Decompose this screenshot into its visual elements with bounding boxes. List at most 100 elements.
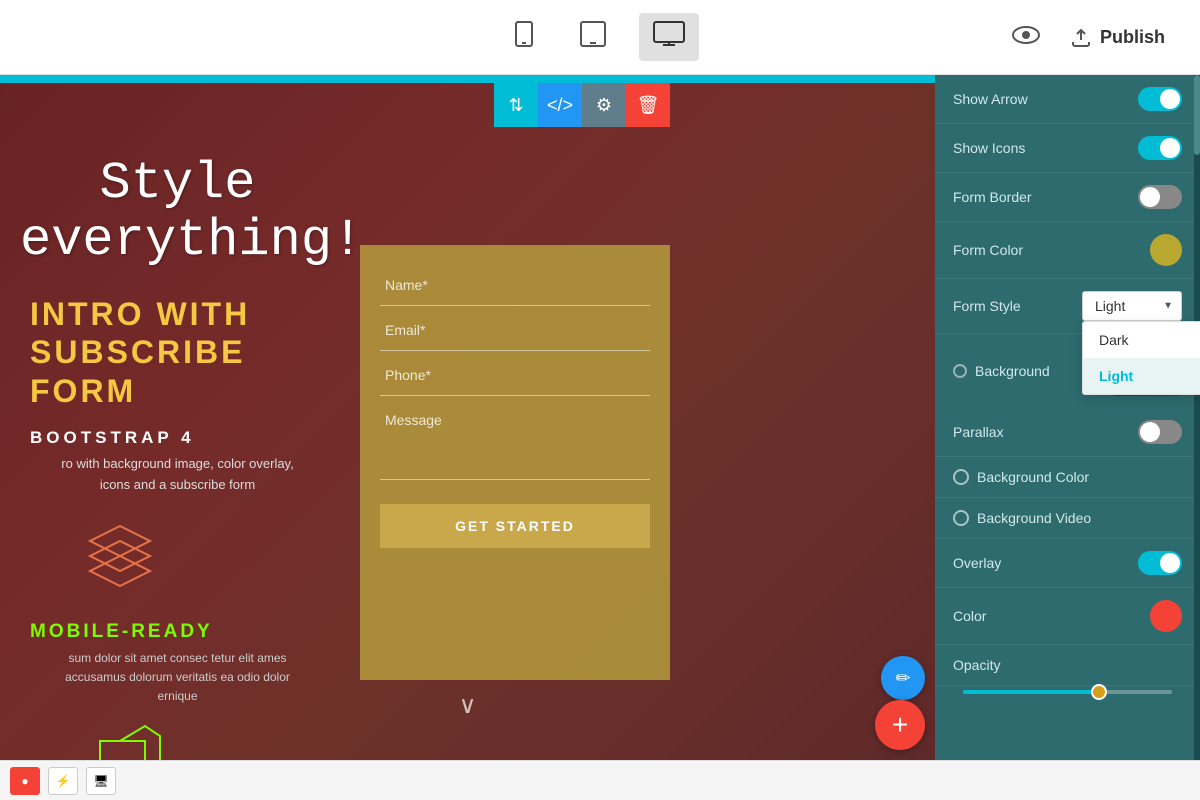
- bg-video-radio[interactable]: [953, 510, 969, 526]
- hero-subtitle-line1: INTRO WITH: [30, 295, 335, 333]
- overlay-label: Overlay: [953, 555, 1001, 571]
- overlay-row: Overlay: [935, 539, 1200, 588]
- background-label-area: Background: [953, 363, 1050, 379]
- section-top-bar: [0, 75, 935, 83]
- toggle-knob-5: [1160, 553, 1180, 573]
- color-label: Color: [953, 608, 986, 624]
- top-toolbar: Publish: [0, 0, 1200, 75]
- form-style-label: Form Style: [953, 298, 1021, 314]
- canvas-area: ⇅ </> ⚙ 🗑 Style everything! INTRO WITH S…: [0, 75, 935, 760]
- name-field[interactable]: Name*: [380, 265, 650, 306]
- toggle-knob-4: [1140, 422, 1160, 442]
- light-option[interactable]: Light: [1083, 358, 1200, 394]
- panel-scrollbar[interactable]: [1194, 75, 1200, 760]
- stack-icons-area: [20, 516, 335, 601]
- form-color-swatch[interactable]: [1150, 234, 1182, 266]
- stack-icon: [80, 516, 160, 596]
- form-color-row: Form Color: [935, 222, 1200, 279]
- toggle-knob: [1160, 89, 1180, 109]
- fab-add-button[interactable]: +: [875, 700, 925, 750]
- show-icons-toggle[interactable]: [1138, 136, 1182, 160]
- right-panel: Show Arrow Show Icons Form Border Form C…: [935, 75, 1200, 760]
- settings-action-btn[interactable]: ⚙: [582, 83, 626, 127]
- hero-framework: BOOTSTRAP 4: [20, 428, 335, 448]
- device-switcher: [501, 13, 699, 61]
- overlay-color-swatch[interactable]: [1150, 600, 1182, 632]
- form-color-label: Form Color: [953, 242, 1023, 258]
- get-started-button[interactable]: GET STARTED: [380, 504, 650, 548]
- dark-option[interactable]: Dark: [1083, 322, 1200, 358]
- parallax-label: Parallax: [953, 424, 1004, 440]
- background-radio: [953, 364, 967, 378]
- bg-video-label: Background Video: [977, 510, 1091, 526]
- phone-field[interactable]: Phone*: [380, 355, 650, 396]
- bottom-btn-1[interactable]: ●: [10, 767, 40, 795]
- box-icon-area: [20, 721, 335, 760]
- delete-action-btn[interactable]: 🗑: [626, 83, 670, 127]
- hero-mobile-label: MOBILE-READY: [20, 621, 335, 643]
- hero-left-block: INTRO WITH SUBSCRIBE FORM BOOTSTRAP 4 ro…: [0, 295, 355, 760]
- form-style-select[interactable]: Light: [1082, 291, 1182, 321]
- tablet-device-btn[interactable]: [567, 13, 619, 61]
- opacity-slider-row: [935, 686, 1200, 710]
- box-icon: [90, 721, 170, 760]
- toggle-knob-2: [1160, 138, 1180, 158]
- main-area: ⇅ </> ⚙ 🗑 Style everything! INTRO WITH S…: [0, 75, 1200, 760]
- publish-button[interactable]: Publish: [1055, 16, 1180, 58]
- show-arrow-toggle[interactable]: [1138, 87, 1182, 111]
- mobile-device-btn[interactable]: [501, 13, 547, 61]
- hero-lorem: sum dolor sit amet consec tetur elit ame…: [20, 649, 335, 707]
- panel-scroll-thumb: [1194, 75, 1200, 155]
- bg-video-row: Background Video: [935, 498, 1200, 539]
- form-border-toggle[interactable]: [1138, 185, 1182, 209]
- upload-icon: [1070, 26, 1092, 48]
- bottom-toolbar: ● ⚡ 🖥: [0, 760, 1200, 800]
- parallax-row: Parallax: [935, 408, 1200, 457]
- add-icon: +: [892, 709, 908, 741]
- form-border-label: Form Border: [953, 189, 1032, 205]
- code-action-btn[interactable]: </>: [538, 83, 582, 127]
- fab-edit-button[interactable]: ✏: [881, 656, 925, 700]
- slider-fill: [963, 690, 1099, 694]
- message-field[interactable]: Message: [380, 400, 650, 480]
- sort-action-btn[interactable]: ⇅: [494, 83, 538, 127]
- hero-subtitle: INTRO WITH SUBSCRIBE FORM: [20, 295, 335, 410]
- bg-color-radio[interactable]: [953, 469, 969, 485]
- toggle-knob-3: [1140, 187, 1160, 207]
- opacity-label: Opacity: [953, 657, 1000, 673]
- down-arrow[interactable]: ∨: [459, 691, 477, 720]
- bg-video-label-area: Background Video: [953, 510, 1091, 526]
- show-arrow-row: Show Arrow: [935, 75, 1200, 124]
- form-style-select-wrapper: Light Dark Light: [1082, 291, 1182, 321]
- email-field[interactable]: Email*: [380, 310, 650, 351]
- hero-content: Style everything!: [0, 135, 355, 289]
- background-label: Background: [975, 363, 1050, 379]
- form-border-row: Form Border: [935, 173, 1200, 222]
- form-style-row: Form Style Light Dark Light: [935, 279, 1200, 334]
- slider-knob[interactable]: [1091, 684, 1107, 700]
- publish-label: Publish: [1100, 27, 1165, 48]
- subscribe-form: Name* Email* Phone* Message GET STARTED: [360, 245, 670, 680]
- show-icons-row: Show Icons: [935, 124, 1200, 173]
- edit-icon: ✏: [895, 668, 910, 689]
- color-row: Color: [935, 588, 1200, 645]
- toolbar-right: Publish: [1012, 16, 1180, 58]
- section-actions: ⇅ </> ⚙ 🗑: [494, 83, 670, 127]
- opacity-row: Opacity: [935, 645, 1200, 686]
- form-style-dropdown: Dark Light: [1082, 321, 1200, 395]
- hero-description: ro with background image, color overlay,…: [20, 454, 335, 496]
- bg-color-label-area: Background Color: [953, 469, 1089, 485]
- parallax-toggle[interactable]: [1138, 420, 1182, 444]
- hero-title: Style everything!: [20, 155, 335, 269]
- show-icons-label: Show Icons: [953, 140, 1025, 156]
- opacity-slider[interactable]: [963, 690, 1172, 694]
- bg-color-row: Background Color: [935, 457, 1200, 498]
- hero-subtitle-line2: SUBSCRIBE FORM: [30, 333, 335, 410]
- bottom-btn-2[interactable]: ⚡: [48, 767, 78, 795]
- bottom-btn-3[interactable]: 🖥: [86, 767, 116, 795]
- show-arrow-label: Show Arrow: [953, 91, 1028, 107]
- overlay-toggle[interactable]: [1138, 551, 1182, 575]
- bg-color-label: Background Color: [977, 469, 1089, 485]
- desktop-device-btn[interactable]: [639, 13, 699, 61]
- preview-btn[interactable]: [1012, 24, 1040, 50]
